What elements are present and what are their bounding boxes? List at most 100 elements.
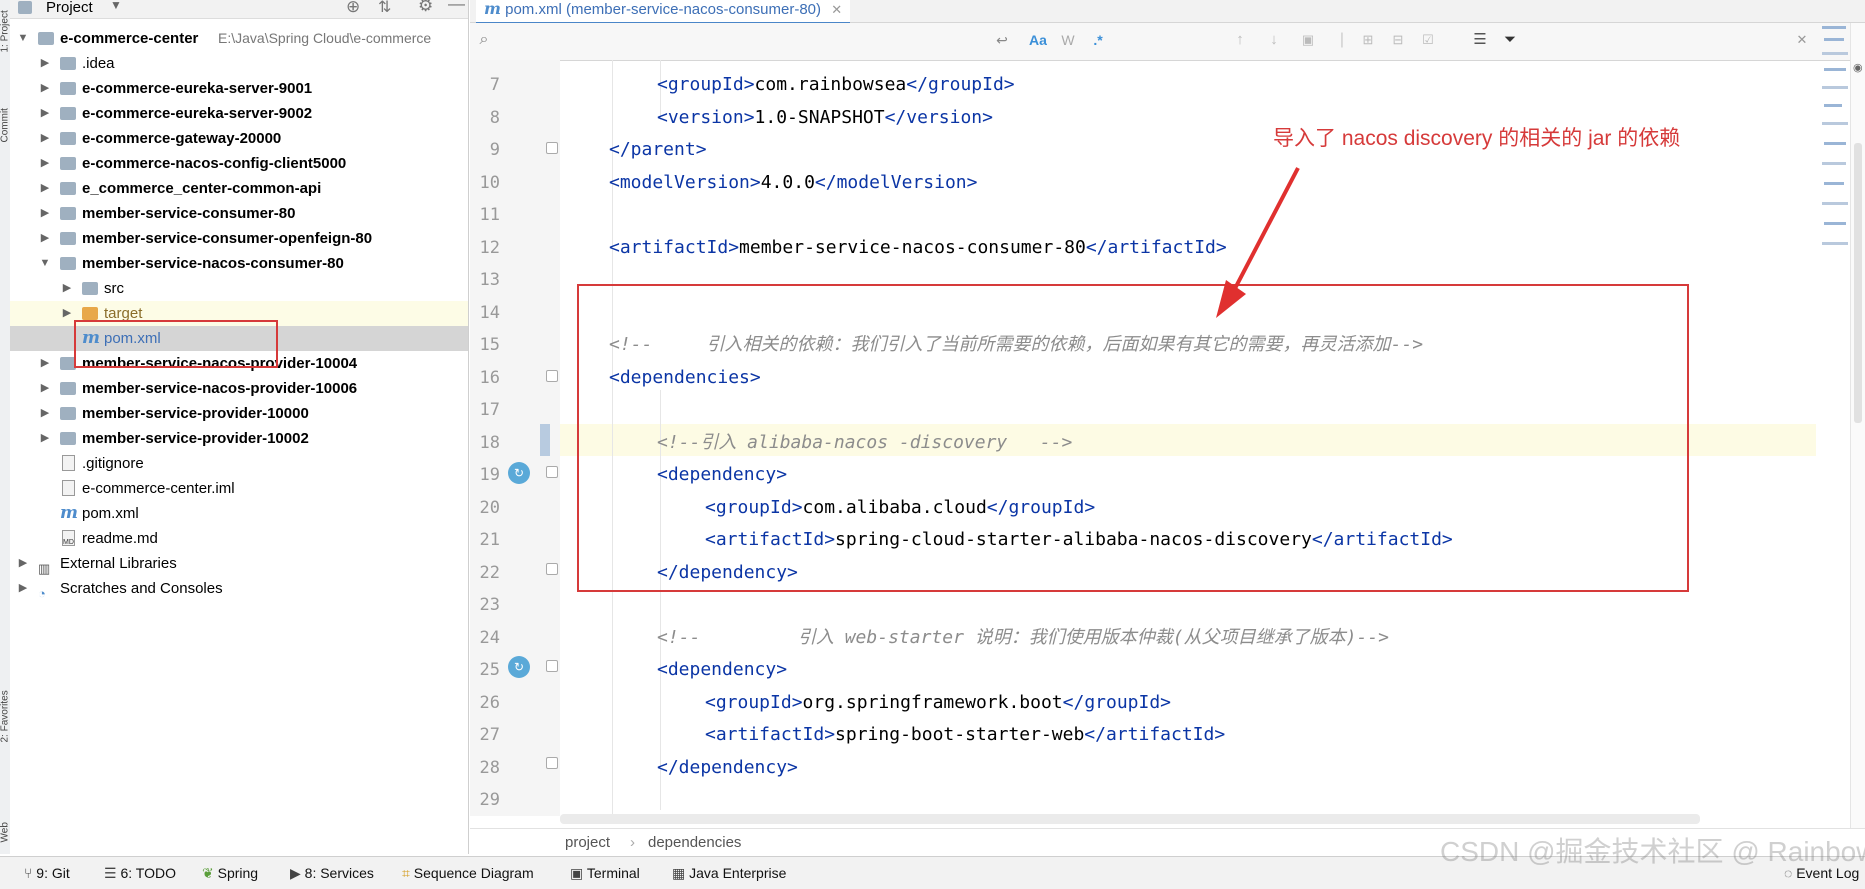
remove-occurrence-icon[interactable]: ⊟ [1388,30,1408,50]
fold-marker-icon[interactable] [546,757,558,769]
tree-item[interactable]: .gitignore [10,451,468,476]
close-find-icon[interactable]: ✕ [1792,30,1812,50]
next-occurrence-icon[interactable]: ↓ [1264,30,1284,50]
chevron-down-icon[interactable]: ▼ [38,251,52,276]
chevron-right-icon[interactable]: ▶ [38,126,52,151]
chevron-right-icon[interactable]: ▶ [38,426,52,451]
code-line-9[interactable]: </parent> [609,134,707,166]
tree-item[interactable]: ▶ .idea [10,51,468,76]
code-line-27[interactable]: <artifactId>spring-boot-starter-web</art… [705,719,1225,751]
chevron-right-icon[interactable]: ▶ [38,151,52,176]
tree-item[interactable]: MD readme.md [10,526,468,551]
tree-item[interactable]: ▼ member-service-nacos-consumer-80 [10,251,468,276]
editor-scroll-strip[interactable]: ◉ [1850,23,1865,828]
tree-item-label: .gitignore [82,455,144,472]
terminal-tool-button[interactable]: ▣ Terminal [570,865,640,882]
xml-tag: </version> [884,106,993,128]
java-enterprise-tool-button[interactable]: ▦ Java Enterprise [672,865,786,882]
new-line-icon[interactable]: ↩ [992,30,1012,50]
code-line-26[interactable]: <groupId>org.springframework.boot</group… [705,687,1171,719]
whole-word-toggle[interactable]: W [1058,30,1078,50]
chevron-right-icon[interactable]: ▶ [38,176,52,201]
chevron-right-icon[interactable]: ▶ [60,276,74,301]
regex-toggle[interactable]: .* [1088,30,1108,50]
sequence-diagram-tool-button[interactable]: ⌗ Sequence Diagram [402,865,534,882]
search-icon[interactable]: ⌕ [474,30,494,50]
tree-item[interactable]: ▶ src [10,276,468,301]
add-occurrence-icon[interactable]: ⊞ [1358,30,1378,50]
project-icon [18,1,32,14]
tree-item[interactable]: ▶ ▥ External Libraries [10,551,468,576]
services-tool-button[interactable]: ▶ 8: Services [290,865,374,882]
tree-item[interactable]: ▶ e-commerce-nacos-config-client5000 [10,151,468,176]
fold-marker-icon[interactable] [546,142,558,154]
gear-icon[interactable]: ⚙ [418,0,433,16]
chevron-down-icon[interactable]: ▼ [110,0,122,12]
tree-item[interactable]: m pom.xml [10,501,468,526]
tree-item[interactable]: ▶ member-service-provider-10000 [10,401,468,426]
tree-item[interactable]: ▶ e-commerce-eureka-server-9001 [10,76,468,101]
tab-pom-xml[interactable]: m pom.xml (member-service-nacos-consumer… [476,0,851,25]
code-line-7[interactable]: <groupId>com.rainbowsea</groupId> [657,69,1015,101]
tree-item[interactable]: ▶ e_commerce_center-common-api [10,176,468,201]
code-line-25[interactable]: <dependency> [657,654,787,686]
commit-tool-tab[interactable]: Commit [0,89,11,142]
previous-occurrence-icon[interactable]: ↑ [1230,30,1250,50]
spring-tool-button[interactable]: ❦ Spring [202,865,258,882]
chevron-right-icon[interactable]: ▶ [38,201,52,226]
code-line-28[interactable]: </dependency> [657,752,798,784]
chevron-right-icon[interactable]: ▶ [38,226,52,251]
code-line-8[interactable]: <version>1.0-SNAPSHOT</version> [657,102,993,134]
match-case-toggle[interactable]: Aa [1028,30,1048,50]
chevron-right-icon[interactable]: ▶ [60,301,74,326]
chevron-right-icon[interactable]: ▶ [38,401,52,426]
fold-marker-icon[interactable] [546,660,558,672]
fold-marker-icon[interactable] [546,370,558,382]
code-line-10[interactable]: <modelVersion>4.0.0</modelVersion> [609,167,977,199]
tree-root[interactable]: ▼ e-commerce-center E:\Java\Spring Cloud… [10,26,468,51]
filter-icon[interactable]: ⏷ [1500,30,1520,50]
project-tool-tab[interactable]: 1: Project [0,0,11,52]
chevron-right-icon[interactable]: ▶ [38,351,52,376]
maven-dependency-gutter-icon[interactable]: ↻ [508,656,530,678]
git-tool-button[interactable]: ⑂ 9: Git [24,865,70,881]
reader-mode-icon[interactable]: ◉ [1853,61,1863,74]
toggle-selection-icon[interactable]: ☑ [1418,30,1438,50]
chevron-right-icon[interactable]: ▶ [38,376,52,401]
tree-item[interactable]: ▶ member-service-provider-10002 [10,426,468,451]
favorites-tool-tab[interactable]: 2: Favorites [0,689,11,742]
code-line-24[interactable]: <!-- 引入 web-starter 说明：我们使用版本仲裁(从父项目继承了版… [657,622,1389,654]
web-tool-tab[interactable]: Web [0,789,11,842]
module-folder-icon [60,157,76,170]
chevron-right-icon[interactable]: ▶ [16,576,30,601]
tree-item[interactable]: ▶ e-commerce-eureka-server-9002 [10,101,468,126]
breadcrumb-item[interactable]: project [565,829,610,857]
breadcrumb-item[interactable]: dependencies [648,829,741,857]
scrollbar-thumb[interactable] [1854,143,1862,423]
locate-icon[interactable]: ⊕ [346,0,360,17]
search-input[interactable] [506,29,940,55]
collapse-all-icon[interactable]: ⇅ [378,0,391,17]
chevron-down-icon[interactable]: ▼ [16,26,30,51]
fold-marker-icon[interactable] [546,563,558,575]
fold-marker-icon[interactable] [546,466,558,478]
horizontal-scrollbar[interactable] [560,814,1700,824]
tree-item[interactable]: ▶ member-service-consumer-openfeign-80 [10,226,468,251]
tree-item[interactable]: ▶ member-service-nacos-provider-10006 [10,376,468,401]
chevron-right-icon[interactable]: ▶ [38,101,52,126]
select-all-occurrences-icon[interactable]: ▣ [1298,30,1318,50]
maven-dependency-gutter-icon[interactable]: ↻ [508,462,530,484]
chevron-right-icon[interactable]: ▶ [38,51,52,76]
minimize-icon[interactable]: — [448,0,465,14]
tree-item[interactable]: ▶ member-service-consumer-80 [10,201,468,226]
chevron-right-icon[interactable]: ▶ [38,76,52,101]
todo-tool-button[interactable]: ☰ 6: TODO [104,865,176,882]
tree-item[interactable]: ▶ e-commerce-gateway-20000 [10,126,468,151]
close-icon[interactable]: ✕ [831,2,842,17]
tree-item[interactable]: e-commerce-center.iml [10,476,468,501]
chevron-right-icon[interactable]: ▶ [16,551,30,576]
filter-settings-icon[interactable]: ☰ [1470,30,1490,50]
tree-item[interactable]: ▶ ◔ Scratches and Consoles [10,576,468,601]
project-view-selector[interactable]: Project [46,0,93,16]
code-line-12[interactable]: <artifactId>member-service-nacos-consume… [609,232,1227,264]
